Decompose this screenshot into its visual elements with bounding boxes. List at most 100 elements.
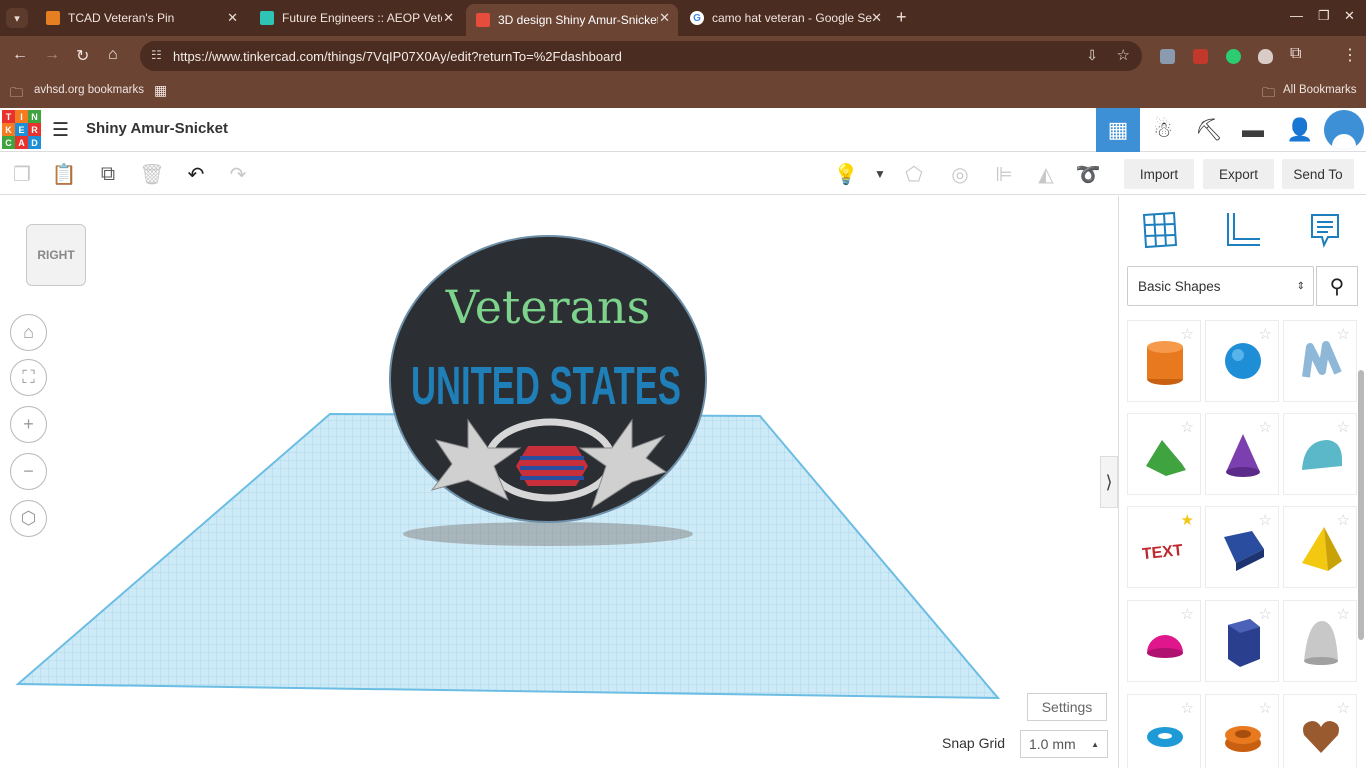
export-button[interactable]: Export	[1203, 159, 1274, 189]
tab-favicon-icon	[46, 11, 60, 25]
shape-tile-heart[interactable]: ☆	[1283, 694, 1357, 768]
workplane-viewport[interactable]: Veterans UNITED STATES RIGHT ⌂ ⛶ + − ⬡ ⟩…	[0, 196, 1118, 768]
shape-tile-half-sphere[interactable]: ☆	[1127, 600, 1201, 682]
zoom-in-icon[interactable]: +	[10, 406, 47, 443]
site-info-icon[interactable]: ☷	[151, 48, 162, 62]
perspective-icon[interactable]: ⬡	[10, 500, 47, 537]
shape-tile-roof[interactable]: ☆	[1127, 413, 1201, 495]
browser-tab-strip: ▾ TCAD Veteran's Pin ✕ Future Engineers …	[0, 0, 1366, 36]
close-tab-icon[interactable]: ✕	[227, 10, 238, 26]
browser-tab[interactable]: Future Engineers :: AEOP Veter ✕	[250, 4, 462, 32]
notes-icon[interactable]	[1303, 208, 1347, 252]
redo-icon[interactable]: ↷	[224, 160, 252, 188]
duplicate-icon[interactable]: ⧉	[94, 160, 122, 188]
snap-grid-select[interactable]: 1.0 mm ▲	[1020, 730, 1108, 758]
back-icon[interactable]: ←	[12, 46, 28, 64]
collapse-panel-chevron-icon[interactable]: ⟩	[1100, 456, 1118, 508]
tab-search-button[interactable]: ▾	[6, 8, 28, 28]
tab-favicon-icon	[476, 13, 490, 27]
folder-icon: 🗀	[1262, 85, 1276, 100]
import-button[interactable]: Import	[1124, 159, 1194, 189]
3d-design-view-icon[interactable]: ▦	[1096, 108, 1140, 152]
browser-tab[interactable]: TCAD Veteran's Pin ✕	[36, 4, 246, 32]
zoom-out-icon[interactable]: −	[10, 453, 47, 490]
chevron-down-icon[interactable]: ▼	[866, 160, 894, 188]
close-tab-icon[interactable]: ✕	[659, 10, 670, 26]
shape-tile-cylinder[interactable]: ☆	[1127, 320, 1201, 402]
tab-title: TCAD Veteran's Pin	[68, 11, 175, 25]
reload-icon[interactable]: ↻	[76, 46, 89, 66]
browser-menu-icon[interactable]: ⋮	[1342, 45, 1358, 65]
svg-text:TEXT: TEXT	[1142, 542, 1184, 563]
fit-all-icon[interactable]: ⛶	[10, 359, 47, 396]
mirror-icon[interactable]: ◭	[1032, 160, 1060, 188]
search-shapes-button[interactable]: ⚲	[1316, 266, 1358, 306]
tinkercad-logo[interactable]: T I N K E R C A D	[2, 110, 42, 150]
design-list-icon[interactable]: ☰	[52, 119, 69, 142]
minimize-icon[interactable]: —	[1290, 8, 1303, 23]
extension-shield-icon[interactable]	[1160, 49, 1175, 64]
new-tab-icon[interactable]: +	[896, 7, 907, 28]
shape-tile-tube[interactable]: ☆	[1205, 694, 1279, 768]
settings-button[interactable]: Settings	[1027, 693, 1107, 721]
shape-category-select[interactable]: Basic Shapes ⇕	[1127, 266, 1314, 306]
install-icon[interactable]: ⇩	[1086, 47, 1098, 64]
copy-icon[interactable]: ❐	[8, 160, 36, 188]
cruise-icon[interactable]: ➰	[1074, 160, 1102, 188]
view-cube[interactable]: RIGHT	[26, 224, 86, 286]
undo-icon[interactable]: ↶	[182, 160, 210, 188]
bookmark-folder-avhsd[interactable]: avhsd.org bookmarks	[34, 84, 144, 96]
extension-shield2-icon[interactable]	[1258, 49, 1273, 64]
chevron-updown-icon: ⇕	[1296, 280, 1305, 292]
send-to-button[interactable]: Send To	[1282, 159, 1354, 189]
close-tab-icon[interactable]: ✕	[871, 10, 882, 26]
model-text-united-states: UNITED STATES	[411, 356, 681, 416]
blocks-view-icon[interactable]: ☃	[1141, 108, 1185, 152]
shape-tile-scribble[interactable]: ☆	[1283, 320, 1357, 402]
shape-tile-torus[interactable]: ☆	[1127, 694, 1201, 768]
extensions-puzzle-icon[interactable]: ⧉	[1290, 45, 1301, 63]
design-title[interactable]: Shiny Amur-Snicket	[86, 120, 228, 137]
model-shadow	[403, 522, 693, 546]
light-bulb-icon[interactable]: 💡	[832, 160, 860, 188]
workplane-icon[interactable]	[1137, 208, 1181, 252]
grammarly-icon[interactable]	[1226, 49, 1241, 64]
add-user-icon[interactable]: 👤	[1278, 108, 1322, 152]
apps-grid-icon[interactable]: ▦	[154, 82, 167, 99]
tab-title: Future Engineers :: AEOP Veter	[282, 11, 442, 25]
shape-tile-round-roof[interactable]: ☆	[1283, 413, 1357, 495]
bookmark-star-icon[interactable]: ☆	[1117, 46, 1130, 64]
home-icon[interactable]: ⌂	[108, 46, 118, 64]
ungroup-icon[interactable]: ◎	[946, 160, 974, 188]
google-favicon-icon: G	[690, 11, 704, 25]
paste-icon[interactable]: 📋	[50, 160, 78, 188]
tab-title: camo hat veteran - Google Sea	[712, 11, 872, 25]
delete-icon[interactable]: 🗑	[138, 160, 166, 188]
shape-tile-paraboloid[interactable]: ☆	[1283, 600, 1357, 682]
avatar[interactable]	[1322, 108, 1366, 152]
address-bar[interactable]: ☷ https://www.tinkercad.com/things/7VqIP…	[140, 41, 1142, 71]
extension-red-icon[interactable]	[1193, 49, 1208, 64]
bricks-view-icon[interactable]: ▬	[1231, 108, 1275, 152]
bookmarks-bar: 🗀 avhsd.org bookmarks ▦ 🗀 All Bookmarks	[0, 76, 1366, 108]
browser-tab-active[interactable]: 3D design Shiny Amur-Snicket ✕	[466, 4, 678, 36]
close-tab-icon[interactable]: ✕	[443, 10, 454, 26]
restore-icon[interactable]: ❐	[1318, 8, 1330, 24]
align-icon[interactable]: ⊫	[990, 160, 1018, 188]
shape-tile-text[interactable]: ★ TEXT	[1127, 506, 1201, 588]
shape-tile-polygon[interactable]: ☆	[1205, 600, 1279, 682]
shape-tile-box[interactable]: ☆	[1205, 506, 1279, 588]
forward-icon[interactable]: →	[44, 46, 60, 64]
home-view-icon[interactable]: ⌂	[10, 314, 47, 351]
shapes-scrollbar[interactable]	[1358, 370, 1364, 640]
tab-favicon-icon	[260, 11, 274, 25]
browser-tab[interactable]: G camo hat veteran - Google Sea ✕	[680, 4, 890, 32]
shape-tile-sphere[interactable]: ☆	[1205, 320, 1279, 402]
shape-tile-cone[interactable]: ☆	[1205, 413, 1279, 495]
ruler-icon[interactable]	[1219, 208, 1263, 252]
all-bookmarks-link[interactable]: All Bookmarks	[1283, 84, 1357, 96]
shape-tile-pyramid[interactable]: ☆	[1283, 506, 1357, 588]
group-icon[interactable]: ⬠	[900, 160, 928, 188]
sim-lab-pickaxe-icon[interactable]: ⛏	[1187, 108, 1231, 152]
close-window-icon[interactable]: ✕	[1344, 8, 1355, 24]
